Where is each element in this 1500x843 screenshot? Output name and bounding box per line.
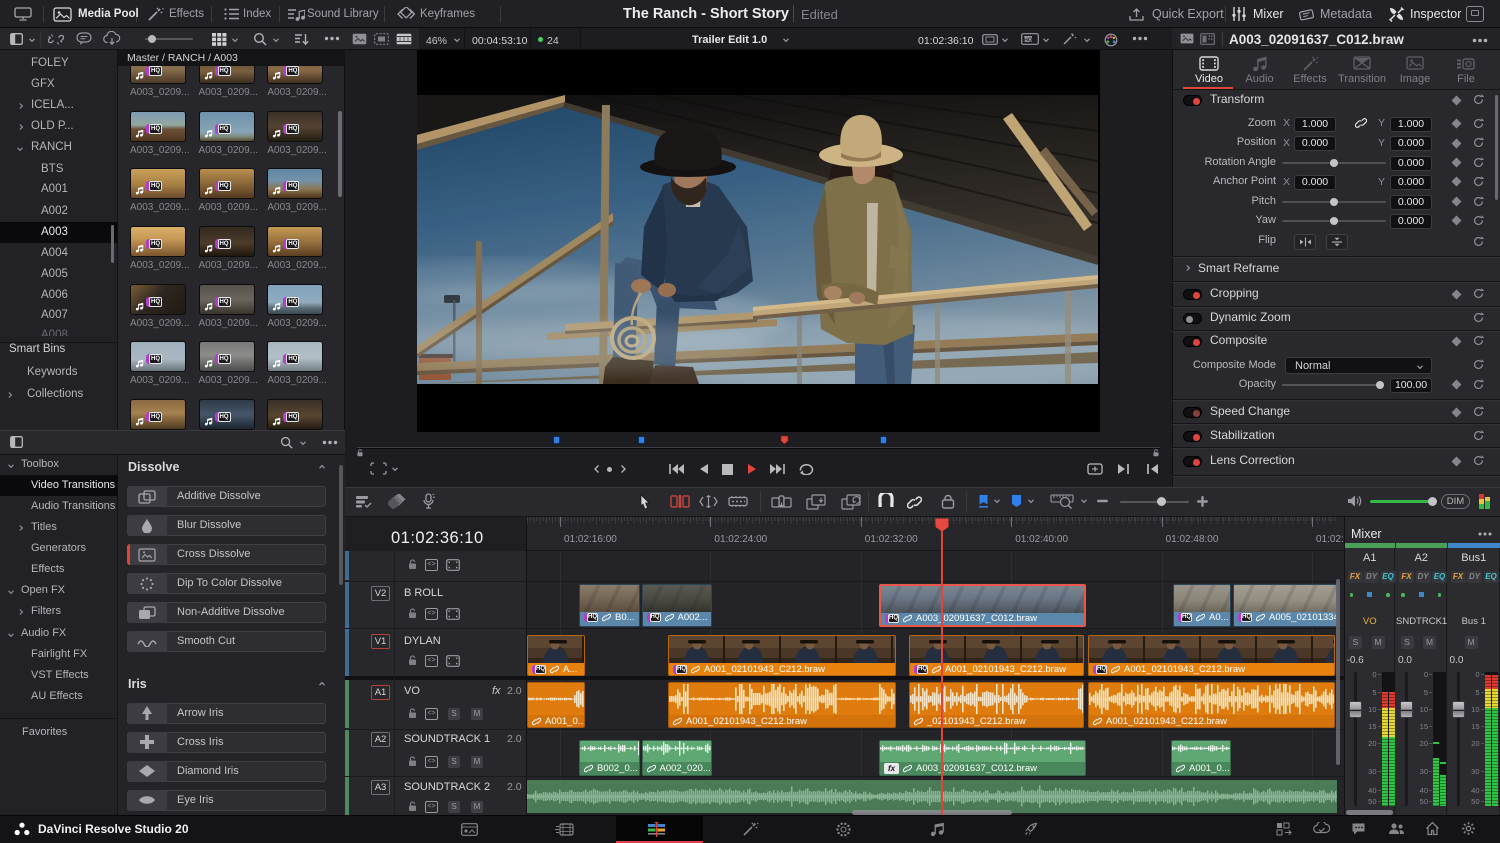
svg-text:HQ: HQ	[1024, 37, 1033, 43]
